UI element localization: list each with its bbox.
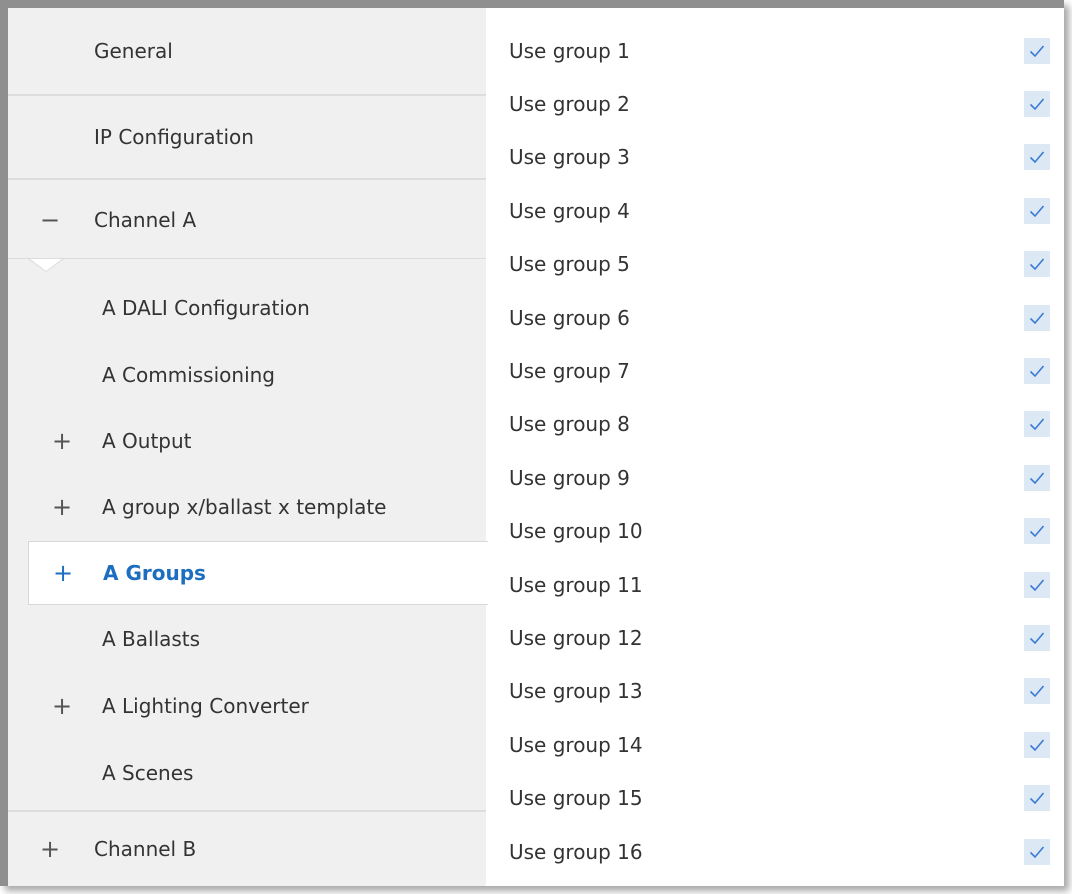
parameter-row: Use group 3	[486, 131, 1064, 184]
sidebar-item-label: General	[94, 39, 173, 63]
use-group-checkbox[interactable]	[1024, 678, 1050, 705]
parameter-label: Use group 9	[509, 465, 630, 490]
use-group-checkbox[interactable]	[1024, 411, 1050, 438]
parameter-row: Use group 8	[486, 398, 1064, 451]
sidebar-item-general[interactable]: General	[8, 8, 486, 94]
use-group-checkbox[interactable]	[1024, 571, 1050, 598]
check-icon	[1029, 845, 1045, 858]
parameter-row: Use group 16	[486, 825, 1064, 878]
parameter-label: Use group 15	[509, 786, 643, 811]
sidebar-item-label: Channel A	[94, 207, 197, 232]
parameter-row: Use group 15	[486, 772, 1064, 825]
parameter-row: Use group 13	[486, 665, 1064, 718]
sidebar-item-label: A Lighting Converter	[102, 694, 309, 718]
check-icon	[1029, 525, 1045, 538]
parameter-label: Use group 13	[509, 679, 643, 704]
parameter-panel: Use group 1 Use group 2 Use group 3 Use gro…	[486, 8, 1064, 886]
use-group-checkbox[interactable]	[1024, 731, 1050, 758]
sidebar-item-label: A Groups	[103, 561, 206, 585]
parameter-label: Use group 4	[509, 198, 630, 223]
parameter-label: Use group 3	[509, 145, 630, 170]
check-icon	[1029, 44, 1045, 57]
sidebar-item-label: IP Configuration	[94, 125, 254, 149]
window-frame: General IP Configuration − Channel A A D…	[0, 0, 1064, 886]
sidebar-item-channel-b[interactable]: + Channel B	[8, 812, 486, 886]
parameter-label: Use group 16	[509, 839, 643, 864]
plus-icon[interactable]: +	[38, 837, 62, 861]
check-icon	[1029, 739, 1045, 751]
parameter-row: Use group 5	[486, 238, 1064, 291]
sidebar-item-label: A Ballasts	[102, 627, 201, 651]
parameter-label: Use group 12	[509, 625, 643, 650]
sidebar-item-label: A DALI Configuration	[102, 296, 310, 320]
check-icon	[1029, 365, 1045, 378]
use-group-checkbox[interactable]	[1024, 144, 1050, 171]
sidebar-item-a-output[interactable]: + A Output	[8, 408, 486, 474]
sidebar-item-label: A group x/ballast x template	[102, 495, 387, 519]
plus-icon[interactable]: +	[50, 495, 74, 519]
sidebar-item-a-commissioning[interactable]: A Commissioning	[8, 342, 486, 408]
parameter-row: Use group 1	[486, 24, 1064, 77]
check-icon	[1029, 418, 1045, 431]
parameter-row: Use group 12	[486, 611, 1064, 664]
use-group-checkbox[interactable]	[1024, 838, 1050, 865]
check-icon	[1029, 632, 1045, 645]
use-group-checkbox[interactable]	[1024, 90, 1050, 117]
check-icon	[1029, 151, 1045, 164]
check-icon	[1029, 205, 1045, 217]
use-group-checkbox[interactable]	[1024, 464, 1050, 491]
parameter-label: Use group 10	[509, 519, 643, 544]
parameter-row: Use group 4	[486, 184, 1064, 237]
parameter-label: Use group 6	[509, 305, 630, 330]
sidebar-item-label: Channel B	[94, 837, 197, 861]
use-group-checkbox[interactable]	[1024, 624, 1050, 651]
parameter-label: Use group 8	[509, 412, 630, 437]
check-icon	[1029, 792, 1045, 805]
parameter-label: Use group 1	[509, 38, 630, 63]
check-icon	[1029, 685, 1045, 698]
parameter-label: Use group 7	[509, 358, 630, 383]
use-group-checkbox[interactable]	[1024, 357, 1050, 384]
sidebar-item-a-dali-configuration[interactable]: A DALI Configuration	[8, 274, 486, 342]
parameter-row: Use group 2	[486, 77, 1064, 130]
sidebar-item-label: A Commissioning	[102, 363, 275, 387]
use-group-checkbox[interactable]	[1024, 518, 1050, 545]
sidebar-item-a-group-ballast-template[interactable]: + A group x/ballast x template	[8, 474, 486, 540]
parameter-label: Use group 11	[509, 572, 643, 597]
sidebar-item-label: A Scenes	[102, 761, 194, 785]
use-group-checkbox[interactable]	[1024, 251, 1050, 278]
divider	[8, 258, 486, 259]
use-group-checkbox[interactable]	[1024, 304, 1050, 331]
sidebar: General IP Configuration − Channel A A D…	[8, 8, 488, 886]
parameter-label: Use group 2	[509, 91, 630, 116]
parameter-row: Use group 7	[486, 344, 1064, 397]
use-group-checkbox[interactable]	[1024, 197, 1050, 224]
plus-icon[interactable]: +	[50, 429, 74, 453]
parameter-row: Use group 14	[486, 718, 1064, 771]
sidebar-item-ip-configuration[interactable]: IP Configuration	[8, 96, 486, 178]
use-group-checkbox[interactable]	[1024, 37, 1050, 64]
minus-icon[interactable]: −	[38, 208, 62, 232]
check-icon	[1029, 98, 1045, 111]
parameter-row: Use group 10	[486, 505, 1064, 558]
plus-icon[interactable]: +	[50, 694, 74, 718]
sidebar-item-label: A Output	[102, 429, 192, 453]
parameter-label: Use group 14	[509, 732, 643, 757]
check-icon	[1029, 578, 1045, 591]
check-icon	[1029, 258, 1045, 271]
expanded-notch-fill	[30, 259, 62, 271]
sidebar-item-a-groups[interactable]: + A Groups	[28, 541, 488, 605]
use-group-checkbox[interactable]	[1024, 785, 1050, 812]
check-icon	[1029, 311, 1045, 324]
parameter-row: Use group 11	[486, 558, 1064, 611]
parameter-label: Use group 5	[509, 252, 630, 277]
parameter-row: Use group 6	[486, 291, 1064, 344]
parameter-row: Use group 9	[486, 451, 1064, 504]
plus-icon[interactable]: +	[51, 561, 75, 585]
sidebar-item-channel-a[interactable]: − Channel A	[8, 180, 486, 259]
sidebar-item-a-lighting-converter[interactable]: + A Lighting Converter	[8, 672, 486, 740]
sidebar-item-a-scenes[interactable]: A Scenes	[8, 740, 486, 806]
check-icon	[1029, 472, 1045, 484]
sidebar-item-a-ballasts[interactable]: A Ballasts	[8, 606, 486, 672]
